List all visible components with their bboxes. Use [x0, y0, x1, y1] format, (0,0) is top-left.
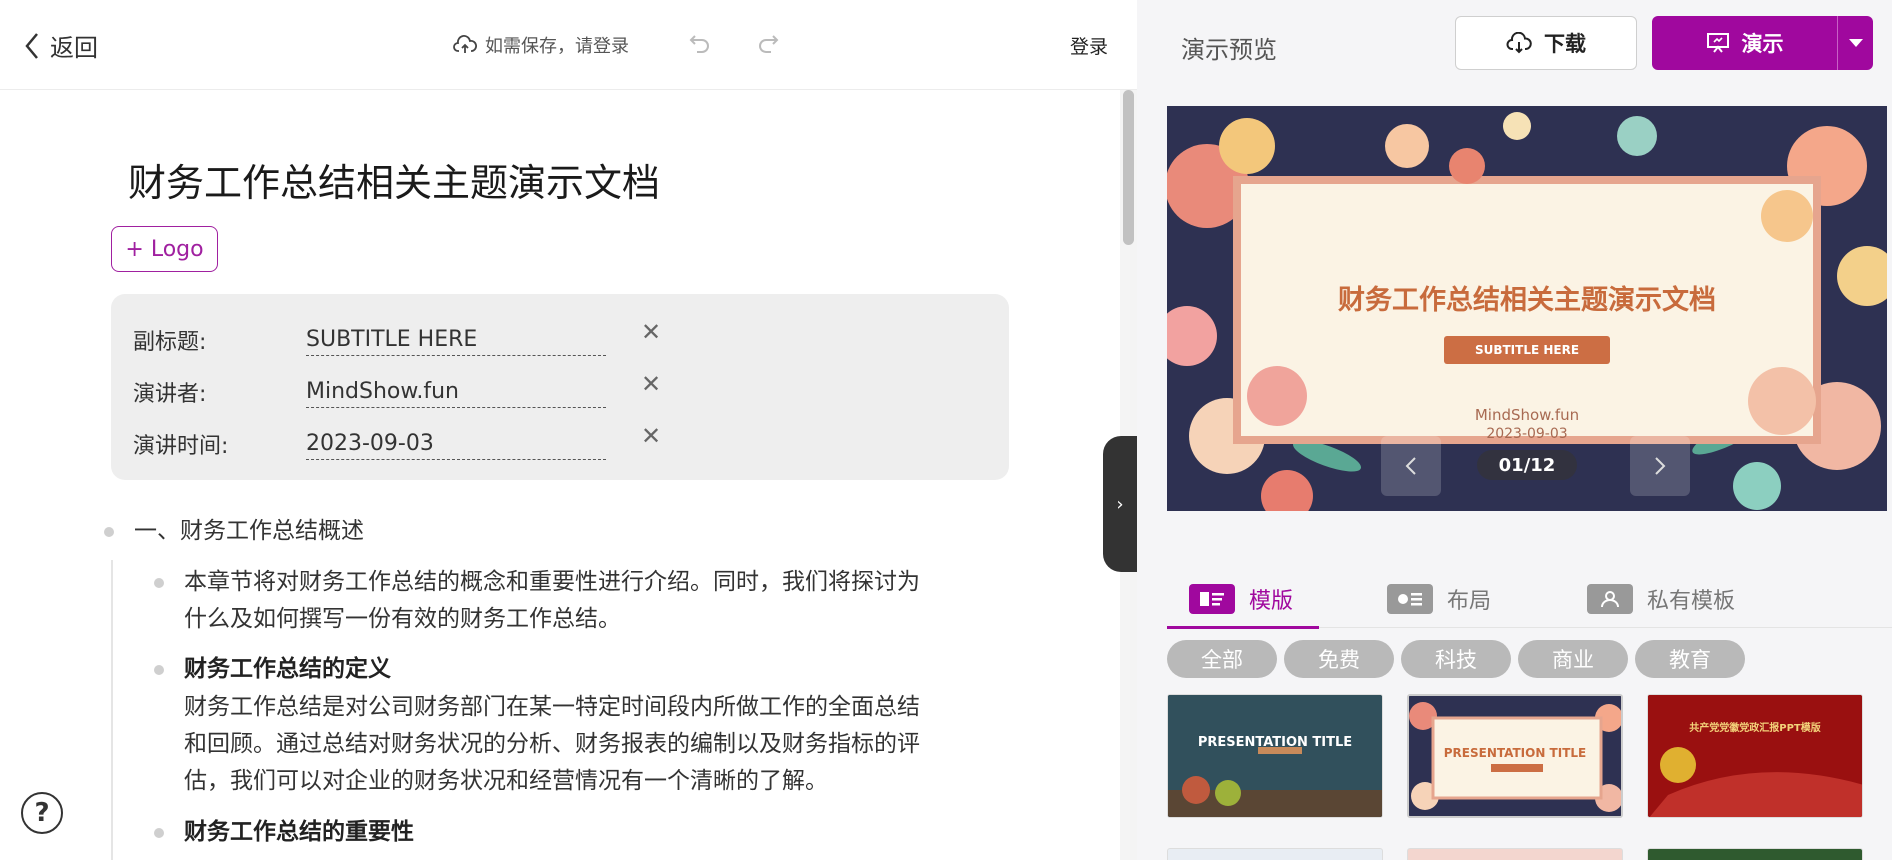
cloud-upload-icon [453, 35, 477, 53]
subtitle-label: 副标题: [133, 330, 207, 355]
back-button[interactable]: 返回 [24, 28, 98, 63]
save-hint[interactable]: 如需保存，请登录 [453, 32, 629, 58]
intro-line-1[interactable]: 本章节将对财务工作总结的概念和重要性进行介绍。同时，我们将探讨为 [184, 564, 920, 601]
login-button[interactable]: 登录 [1070, 32, 1108, 59]
chevron-right-icon [1655, 457, 1666, 475]
section-title[interactable]: 一、财务工作总结概述 [134, 513, 364, 550]
intro-line-2[interactable]: 什么及如何撰写一份有效的财务工作总结。 [184, 601, 621, 638]
filter-chip-business[interactable]: 商业 [1518, 640, 1628, 678]
thumbnail-title: PRESENTATION TITLE [1443, 746, 1587, 760]
template-thumbnail-selected[interactable]: PRESENTATION TITLE [1407, 694, 1623, 818]
next-slide-button[interactable] [1630, 436, 1690, 496]
date-input[interactable] [306, 420, 606, 460]
chevron-left-icon [1405, 457, 1416, 475]
subtitle-input[interactable] [306, 316, 606, 356]
chevron-left-icon [25, 32, 38, 59]
template-thumbnail[interactable] [1407, 848, 1623, 860]
private-template-icon [1587, 584, 1633, 614]
outline-guide-line [111, 560, 113, 860]
preview-toolbar: 演示预览 下载 演示 [1137, 0, 1892, 90]
filter-chip-tech[interactable]: 科技 [1401, 640, 1511, 678]
clear-presenter-icon[interactable]: ✕ [641, 372, 661, 396]
template-icon [1189, 584, 1235, 614]
document-title[interactable]: 财务工作总结相关主题演示文档 [128, 152, 660, 207]
caret-down-icon [1848, 39, 1863, 47]
template-thumbnail[interactable]: 共产党党徽党政汇报PPT模版 [1647, 694, 1863, 818]
editor-panel: 返回 如需保存，请登录 登录 财务工作总结相关主题演示文档 + Logo 副标题… [0, 0, 1137, 860]
definition-line-3[interactable]: 估，我们可以对企业的财务状况和经营情况有一个清晰的了解。 [184, 763, 828, 800]
presenter-input[interactable] [306, 368, 606, 408]
add-logo-button[interactable]: + Logo [111, 226, 218, 272]
outline-bullet[interactable] [154, 665, 164, 675]
redo-icon[interactable] [756, 32, 780, 54]
tab-private-templates[interactable]: 私有模板 [1587, 570, 1735, 628]
filter-chip-education[interactable]: 教育 [1635, 640, 1745, 678]
preview-panel: 演示预览 下载 演示 财务工作总结相关主题演示文档 SUBTITLE HERE … [1137, 0, 1892, 860]
tab-private-label: 私有模板 [1647, 589, 1736, 614]
back-label: 返回 [50, 34, 98, 62]
collapse-panel-button[interactable]: › [1103, 436, 1137, 572]
template-thumbnail[interactable] [1647, 848, 1863, 860]
tab-templates-label: 模版 [1249, 589, 1294, 614]
scrollbar-thumb[interactable] [1123, 90, 1134, 245]
help-button[interactable]: ? [21, 792, 63, 834]
tab-layout-label: 布局 [1447, 589, 1492, 614]
clear-date-icon[interactable]: ✕ [641, 424, 661, 448]
tab-templates[interactable]: 模版 [1166, 570, 1320, 629]
presentation-icon [1706, 33, 1729, 53]
clear-subtitle-icon[interactable]: ✕ [641, 320, 661, 344]
present-button[interactable]: 演示 [1652, 16, 1837, 70]
cloud-download-icon [1506, 32, 1532, 54]
presenter-row: 演讲者: ✕ [133, 368, 983, 408]
outline-bullet[interactable] [154, 578, 164, 588]
tab-layout[interactable]: 布局 [1387, 570, 1491, 628]
slide-preview[interactable]: 财务工作总结相关主题演示文档 SUBTITLE HERE MindShow.fu… [1167, 106, 1887, 511]
undo-icon[interactable] [688, 32, 712, 54]
chalkboard-thumbnail-image [1168, 695, 1382, 817]
presenter-label: 演讲者: [133, 382, 207, 407]
template-tabs: 模版 布局 私有模板 [1166, 570, 1892, 629]
template-thumbnail[interactable]: PRESENTATION TITLE [1167, 694, 1383, 818]
definition-line-1[interactable]: 财务工作总结是对公司财务部门在某一特定时间段内所做工作的全面总结 [184, 689, 920, 726]
previous-slide-button[interactable] [1381, 436, 1441, 496]
save-hint-text: 如需保存，请登录 [485, 36, 629, 57]
importance-heading[interactable]: 财务工作总结的重要性 [184, 814, 414, 851]
preview-label: 演示预览 [1181, 36, 1277, 64]
date-label: 演讲时间: [133, 434, 229, 459]
download-label: 下载 [1544, 32, 1586, 56]
slide-title: 财务工作总结相关主题演示文档 [1338, 285, 1716, 316]
outline-bullet[interactable] [104, 527, 114, 537]
filter-chip-all[interactable]: 全部 [1167, 640, 1277, 678]
present-options-button[interactable] [1837, 16, 1873, 70]
slide-presenter: MindShow.fun [1474, 406, 1580, 424]
definition-heading[interactable]: 财务工作总结的定义 [184, 651, 391, 688]
slide-date: 2023-09-03 [1486, 426, 1568, 442]
cover-meta-box: 副标题: ✕ 演讲者: ✕ 演讲时间: ✕ [111, 294, 1009, 480]
template-thumbnail[interactable] [1167, 848, 1383, 860]
slide-counter: 01/12 [1477, 450, 1577, 480]
thumbnail-title: 共产党党徽党政汇报PPT模版 [1689, 723, 1821, 734]
editor-toolbar: 返回 如需保存，请登录 登录 [0, 0, 1137, 90]
subtitle-row: 副标题: ✕ [133, 316, 983, 356]
slide-subtitle: SUBTITLE HERE [1444, 336, 1610, 364]
filter-chip-free[interactable]: 免费 [1284, 640, 1394, 678]
definition-line-2[interactable]: 和回顾。通过总结对财务状况的分析、财务报表的编制以及财务指标的评 [184, 726, 920, 763]
layout-icon [1387, 584, 1433, 614]
download-button[interactable]: 下载 [1455, 16, 1637, 70]
present-label: 演示 [1741, 32, 1784, 56]
party-emblem-thumbnail-image [1648, 695, 1862, 817]
thumbnail-title: PRESENTATION TITLE [1197, 735, 1353, 750]
outline-bullet[interactable] [154, 828, 164, 838]
date-row: 演讲时间: ✕ [133, 420, 983, 460]
